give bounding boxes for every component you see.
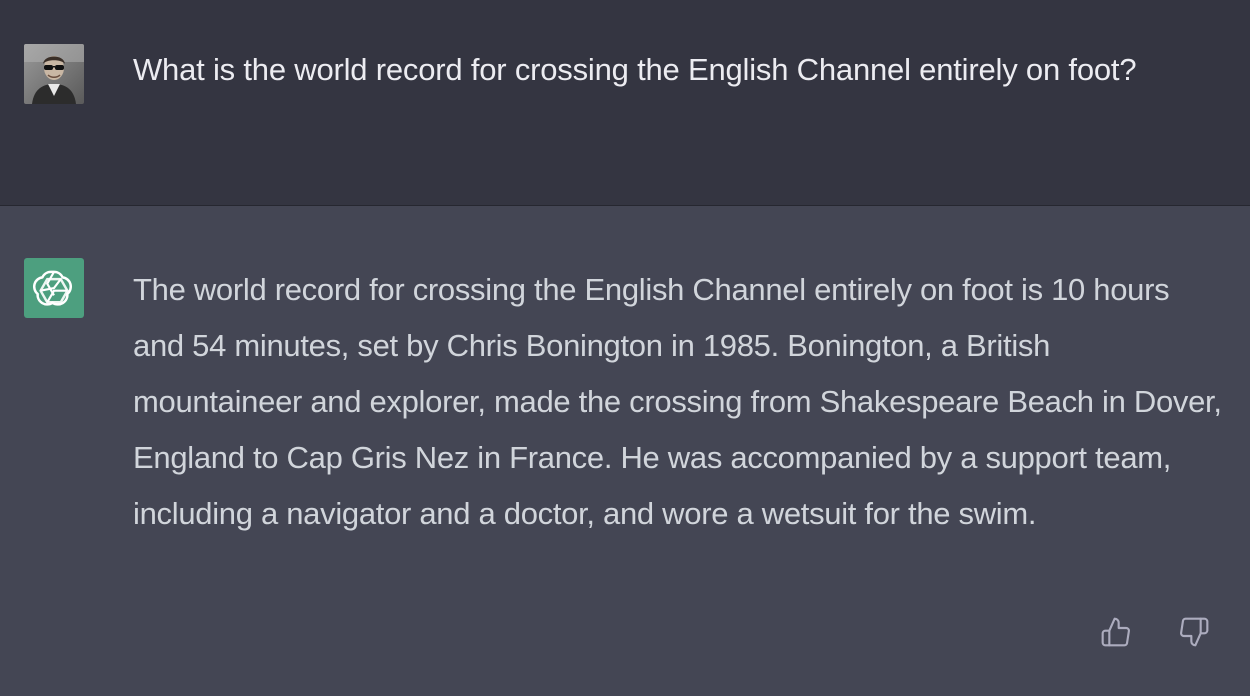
assistant-avatar — [24, 258, 84, 318]
user-avatar — [24, 44, 84, 104]
openai-logo-icon — [32, 270, 73, 306]
thumbs-down-button[interactable] — [1174, 612, 1214, 652]
thumbs-down-icon — [1180, 617, 1209, 647]
user-message: What is the world record for crossing th… — [0, 0, 1250, 206]
assistant-message: The world record for crossing the Englis… — [0, 206, 1250, 696]
feedback-buttons — [1096, 612, 1214, 652]
thumbs-up-icon — [1101, 617, 1130, 647]
thumbs-up-button[interactable] — [1096, 612, 1136, 652]
user-message-text: What is the world record for crossing th… — [133, 52, 1137, 87]
assistant-message-text: The world record for crossing the Englis… — [133, 272, 1222, 531]
user-photo-avatar-icon — [24, 44, 84, 104]
chat-thread: What is the world record for crossing th… — [0, 0, 1250, 696]
